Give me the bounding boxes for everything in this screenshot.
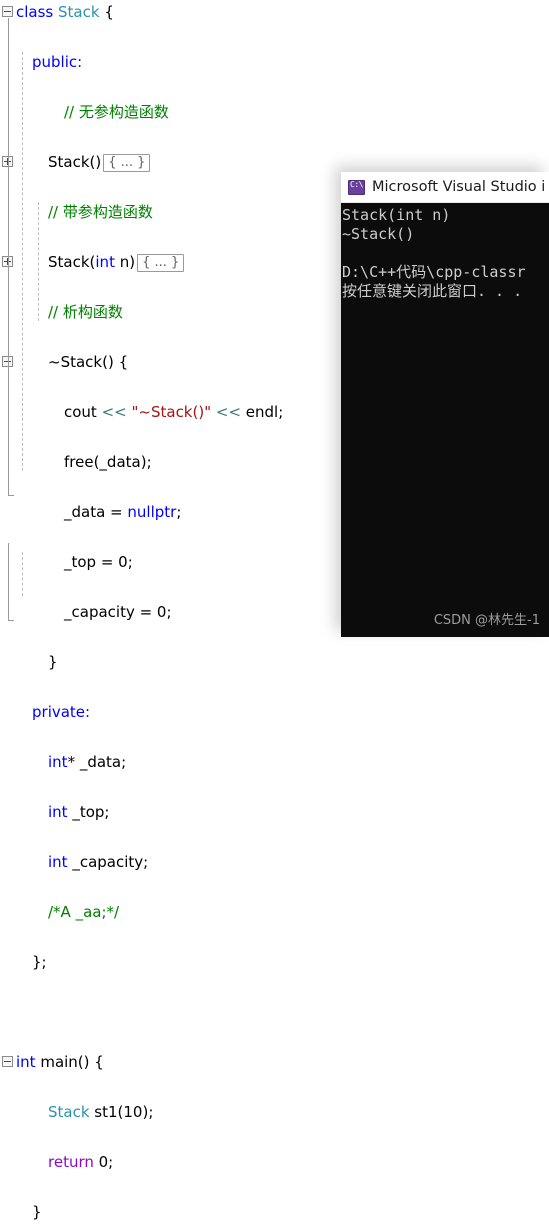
code-token: _top; [67, 803, 110, 821]
code-token: _top = 0; [64, 553, 133, 571]
code-line-class-close[interactable]: }; [0, 950, 549, 975]
code-token: public: [32, 53, 83, 71]
code-token: } [32, 1203, 42, 1221]
code-token: * _data; [67, 753, 127, 771]
code-token: st1(10); [89, 1103, 154, 1121]
code-line-member-top[interactable]: int _top; [0, 800, 549, 825]
code-token: free(_data); [64, 453, 152, 471]
code-token: int [48, 853, 68, 871]
code-token: }; [32, 953, 47, 971]
console-window-icon [348, 179, 365, 195]
outline-rail-destructor [8, 193, 9, 345]
code-token: // 无参构造函数 [64, 103, 169, 121]
console-line: D:\C++代码\cpp-classr [342, 263, 526, 281]
code-token: "~Stack()" [131, 403, 212, 421]
console-titlebar[interactable]: Microsoft Visual Studio i [341, 172, 549, 203]
code-token: ; [176, 503, 182, 521]
code-line-main-close[interactable]: } [0, 1200, 549, 1225]
code-token: int [48, 803, 68, 821]
code-token: << [211, 403, 246, 421]
code-token: { [99, 3, 114, 21]
code-line-member-commented[interactable]: /*A _aa;*/ [0, 900, 549, 925]
code-token: Stack() [48, 153, 102, 171]
code-token: /*A _aa;*/ [48, 903, 120, 921]
outline-rail-end [8, 620, 14, 621]
code-token: } [48, 653, 58, 671]
code-line-private-label[interactable]: private: [0, 700, 549, 725]
outline-collapse-icon[interactable] [2, 1056, 13, 1067]
code-token: _capacity; [67, 853, 149, 871]
console-line: ~Stack() [342, 225, 415, 243]
console-line: 按任意键关闭此窗口. . . [342, 282, 523, 300]
console-window[interactable]: Microsoft Visual Studio i Stack(int n)~S… [341, 172, 549, 637]
collapsed-region-box[interactable]: { ... } [137, 254, 185, 272]
csdn-watermark: CSDN @林先生-1 [433, 613, 540, 628]
console-line: Stack(int n) [342, 206, 451, 224]
code-token: ~Stack() { [48, 353, 129, 371]
code-line-stack-var-decl[interactable]: Stack st1(10); [0, 1100, 549, 1125]
code-token: _capacity = 0; [64, 603, 172, 621]
code-line-comment-default-ctor[interactable]: // 无参构造函数 [0, 100, 549, 125]
code-line-public-label[interactable]: public: [0, 50, 549, 75]
console-window-title: Microsoft Visual Studio i [372, 179, 546, 195]
code-line-main-open[interactable]: int main() { [0, 1050, 549, 1075]
code-line-member-data[interactable]: int* _data; [0, 750, 549, 775]
code-line-blank-1[interactable] [0, 1000, 549, 1025]
code-token: cout [64, 403, 102, 421]
code-line-member-capacity[interactable]: int _capacity; [0, 850, 549, 875]
outline-rail [8, 543, 9, 620]
indent-guide [22, 552, 23, 596]
indent-guide [22, 52, 23, 471]
code-token: nullptr [127, 503, 177, 521]
indent-guide [38, 202, 39, 321]
code-token: _data = [64, 503, 128, 521]
code-token: Stack [58, 3, 100, 21]
code-line-return-stmt[interactable]: return 0; [0, 1150, 549, 1175]
code-token: return [48, 1153, 94, 1171]
code-token: 0; [93, 1153, 114, 1171]
code-token: // 带参构造函数 [48, 203, 153, 221]
console-output: Stack(int n) ~Stack() D:\C++代码\cpp-classr 按… [341, 203, 549, 637]
code-token: class [16, 3, 54, 21]
code-token: private: [32, 703, 91, 721]
code-token: << [101, 403, 132, 421]
outline-rail-end [8, 495, 14, 496]
collapsed-region-box[interactable]: { ... } [103, 154, 151, 172]
code-token: int [16, 1053, 36, 1071]
code-token: // 析构函数 [48, 303, 123, 321]
code-token: main() { [35, 1053, 104, 1071]
code-token: endl; [245, 403, 284, 421]
code-token: int [95, 253, 115, 271]
code-token: int [48, 753, 68, 771]
code-token: n) [114, 253, 136, 271]
code-line-dtor-close[interactable]: } [0, 650, 549, 675]
code-token: Stack [48, 1103, 90, 1121]
outline-collapse-icon[interactable] [2, 6, 13, 17]
code-token: Stack( [48, 253, 96, 271]
code-line-class-decl[interactable]: class Stack { [0, 0, 549, 25]
